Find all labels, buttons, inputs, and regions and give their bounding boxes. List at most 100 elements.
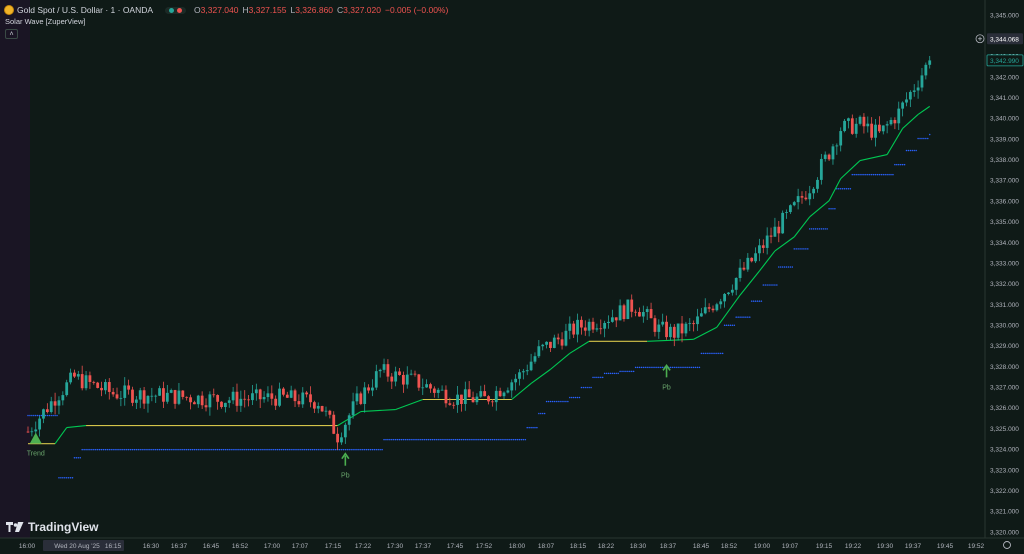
- candle-body[interactable]: [529, 361, 533, 371]
- candle-body[interactable]: [274, 398, 278, 406]
- candle-body[interactable]: [583, 327, 587, 331]
- candle-body[interactable]: [715, 304, 719, 311]
- candle-body[interactable]: [614, 317, 618, 321]
- candle-body[interactable]: [580, 319, 583, 328]
- candle-body[interactable]: [703, 307, 707, 314]
- candle-body[interactable]: [812, 188, 816, 194]
- candle-body[interactable]: [432, 388, 436, 393]
- candle-body[interactable]: [475, 396, 479, 403]
- candle-body[interactable]: [76, 374, 80, 377]
- candle-body[interactable]: [200, 395, 204, 406]
- candle-body[interactable]: [239, 398, 243, 406]
- price-chart[interactable]: 3,345.0003,344.0003,343.0003,342.0003,34…: [0, 0, 1024, 554]
- candle-body[interactable]: [889, 119, 893, 125]
- candle-body[interactable]: [827, 154, 831, 160]
- candle-body[interactable]: [57, 400, 61, 406]
- candle-body[interactable]: [692, 323, 696, 325]
- candle-body[interactable]: [905, 99, 908, 103]
- candle-body[interactable]: [634, 311, 637, 313]
- candle-body[interactable]: [804, 197, 808, 200]
- candle-body[interactable]: [498, 390, 502, 397]
- candle-body[interactable]: [572, 323, 576, 335]
- candle-body[interactable]: [181, 390, 185, 397]
- candle-body[interactable]: [371, 387, 374, 391]
- candle-body[interactable]: [158, 388, 161, 396]
- candle-body[interactable]: [862, 116, 866, 127]
- candle-body[interactable]: [893, 119, 897, 124]
- candle-body[interactable]: [533, 356, 537, 362]
- candle-body[interactable]: [193, 402, 196, 405]
- candle-body[interactable]: [560, 339, 564, 346]
- candle-body[interactable]: [734, 277, 738, 290]
- candle-body[interactable]: [386, 364, 390, 377]
- candle-body[interactable]: [347, 415, 351, 425]
- candle-body[interactable]: [131, 389, 134, 403]
- candle-body[interactable]: [367, 387, 370, 391]
- candle-body[interactable]: [134, 399, 138, 403]
- candle-body[interactable]: [669, 326, 672, 338]
- candle-body[interactable]: [831, 146, 835, 160]
- candle-body[interactable]: [96, 382, 100, 388]
- candle-body[interactable]: [537, 346, 541, 357]
- candle-body[interactable]: [591, 321, 595, 330]
- candle-body[interactable]: [521, 371, 525, 373]
- candle-body[interactable]: [26, 431, 30, 433]
- candle-body[interactable]: [150, 395, 154, 397]
- candle-body[interactable]: [545, 341, 548, 345]
- candle-body[interactable]: [510, 382, 514, 391]
- candle-body[interactable]: [618, 305, 622, 321]
- candle-body[interactable]: [223, 402, 227, 408]
- candle-body[interactable]: [599, 328, 603, 330]
- candle-body[interactable]: [30, 431, 34, 433]
- candle-body[interactable]: [738, 267, 742, 278]
- candle-body[interactable]: [185, 396, 189, 398]
- candle-body[interactable]: [413, 373, 417, 375]
- candle-body[interactable]: [378, 369, 382, 372]
- candle-body[interactable]: [262, 397, 266, 400]
- candle-body[interactable]: [816, 179, 819, 189]
- candle-body[interactable]: [138, 390, 142, 400]
- candle-body[interactable]: [839, 131, 843, 146]
- candle-body[interactable]: [436, 389, 440, 393]
- candle-body[interactable]: [65, 382, 69, 396]
- candle-body[interactable]: [398, 371, 401, 375]
- candle-body[interactable]: [885, 124, 889, 126]
- candle-body[interactable]: [800, 196, 804, 198]
- candle-body[interactable]: [610, 317, 614, 322]
- candle-body[interactable]: [823, 154, 827, 159]
- candle-body[interactable]: [506, 390, 510, 393]
- candle-body[interactable]: [456, 394, 459, 405]
- candle-body[interactable]: [607, 321, 610, 323]
- candle-body[interactable]: [69, 372, 72, 383]
- candle-body[interactable]: [773, 226, 777, 237]
- candle-body[interactable]: [723, 293, 726, 302]
- candle-body[interactable]: [858, 116, 862, 124]
- candle-body[interactable]: [819, 158, 823, 180]
- candle-body[interactable]: [390, 376, 394, 382]
- candle-body[interactable]: [220, 401, 223, 408]
- candle-body[interactable]: [34, 429, 38, 432]
- candle-body[interactable]: [235, 391, 239, 406]
- candle-body[interactable]: [282, 388, 285, 395]
- candle-body[interactable]: [792, 202, 796, 206]
- candle-body[interactable]: [309, 394, 312, 403]
- candle-body[interactable]: [84, 375, 88, 389]
- candle-body[interactable]: [568, 323, 572, 331]
- candle-body[interactable]: [142, 390, 146, 404]
- candle-body[interactable]: [688, 323, 692, 324]
- candle-body[interactable]: [270, 393, 274, 399]
- candle-body[interactable]: [502, 392, 506, 397]
- candle-body[interactable]: [638, 312, 641, 317]
- candle-body[interactable]: [212, 394, 216, 396]
- candle-body[interactable]: [665, 321, 668, 338]
- candle-body[interactable]: [405, 374, 409, 385]
- candle-body[interactable]: [750, 257, 754, 262]
- candle-body[interactable]: [88, 375, 92, 382]
- candle-body[interactable]: [278, 388, 281, 406]
- candle-body[interactable]: [204, 405, 208, 408]
- candle-body[interactable]: [38, 418, 42, 430]
- candle-body[interactable]: [847, 118, 850, 121]
- candle-body[interactable]: [189, 397, 192, 403]
- candle-body[interactable]: [216, 395, 220, 402]
- candle-body[interactable]: [494, 390, 498, 403]
